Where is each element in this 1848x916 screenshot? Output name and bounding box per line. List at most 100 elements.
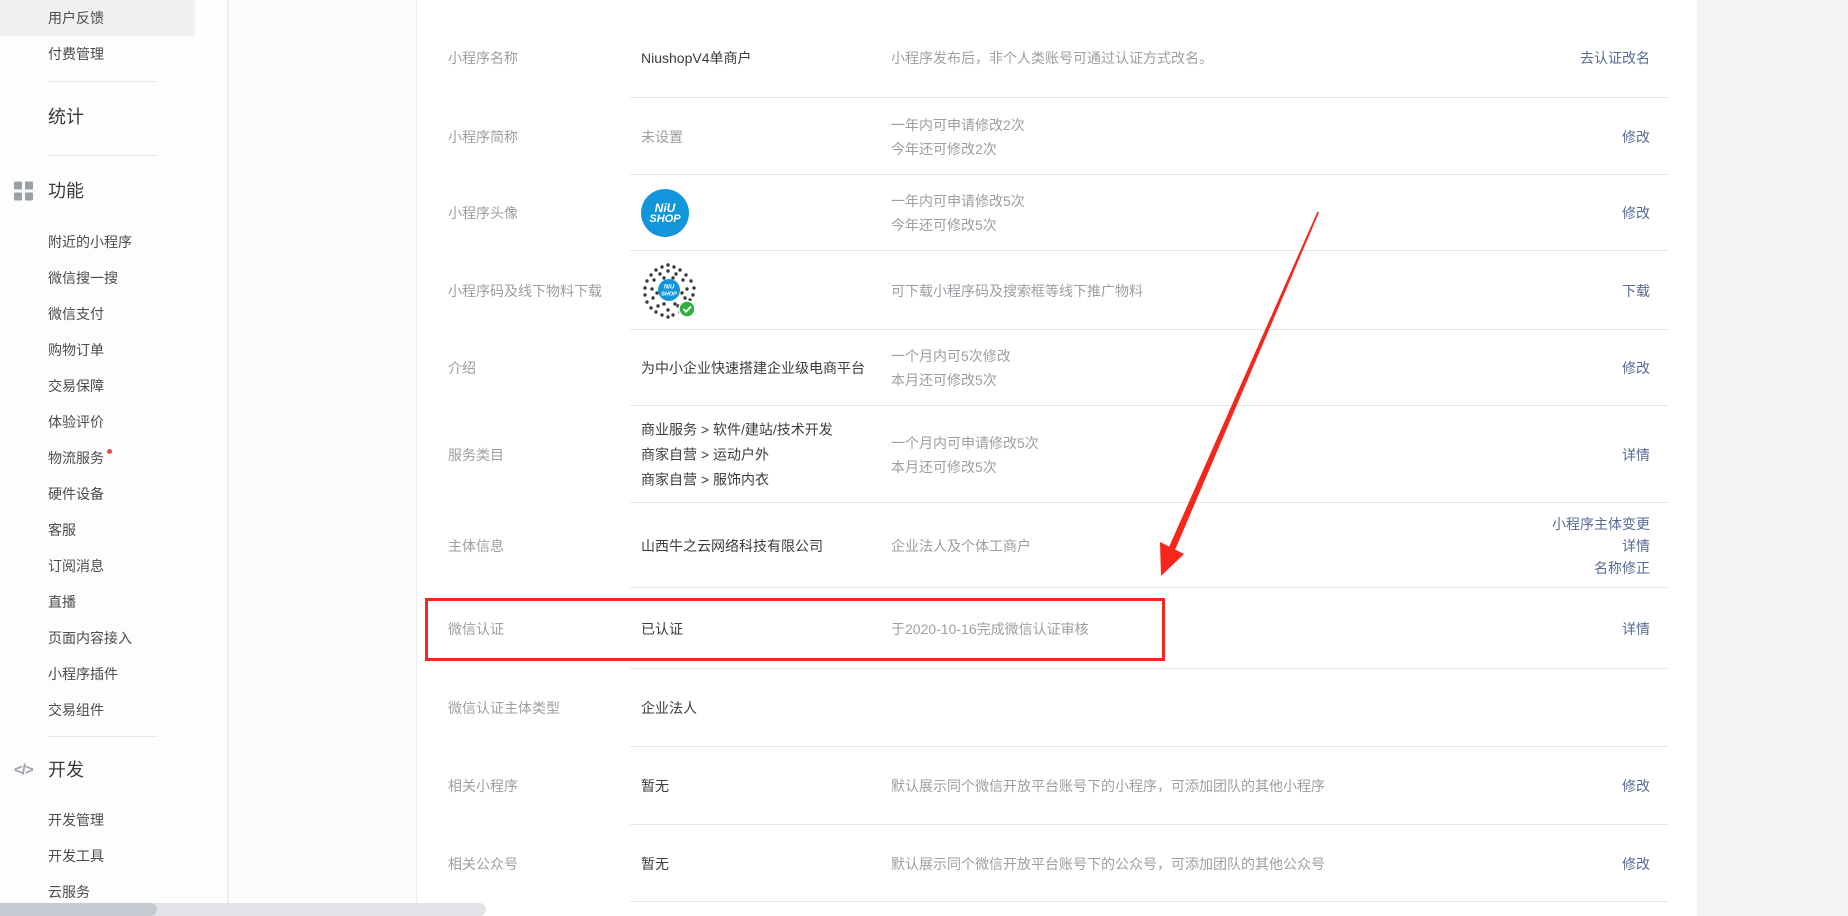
row-label: 小程序名称 [448, 48, 633, 68]
row-label: 小程序码及线下物料下载 [448, 281, 633, 301]
table-row-miniprogram-shortname: 小程序简称 未设置 一年内可申请修改2次 今年还可修改2次 修改 [417, 98, 1697, 175]
sidebar-item-shopping-orders[interactable]: 购物订单 [0, 332, 195, 368]
go-verify-rename-link[interactable]: 去认证改名 [1580, 47, 1650, 69]
sidebar-section-development[interactable]: </> 开发 [0, 741, 227, 799]
horizontal-scrollbar-thumb[interactable] [0, 903, 157, 916]
sidebar-section-label: 开发 [48, 760, 84, 780]
sidebar-section-statistics[interactable]: 统计 [0, 88, 227, 146]
entity-change-link[interactable]: 小程序主体变更 [1552, 513, 1650, 535]
sidebar-item-experience-review[interactable]: 体验评价 [0, 404, 195, 440]
name-correction-link[interactable]: 名称修正 [1552, 557, 1650, 579]
description-line: 今年还可修改2次 [891, 137, 1491, 161]
row-description: 企业法人及个体工商户 [891, 534, 1491, 558]
code-icon: </> [14, 761, 33, 780]
sidebar-section-label: 功能 [48, 181, 84, 201]
table-row-miniprogram-qrcode: 小程序码及线下物料下载 [417, 251, 1697, 330]
description-line: 一个月内可申请修改5次 [891, 431, 1491, 455]
sidebar-item-dev-management[interactable]: 开发管理 [0, 802, 195, 838]
row-description: 可下载小程序码及搜索框等线下推广物料 [891, 279, 1491, 303]
table-row-service-categories: 服务类目 商业服务 > 软件/建站/技术开发 商家自营 > 运动户外 商家自营 … [417, 406, 1697, 503]
sidebar-item-nearby-miniprograms[interactable]: 附近的小程序 [0, 224, 195, 260]
category-line: 商家自营 > 运动户外 [641, 442, 886, 467]
row-label: 小程序头像 [448, 203, 633, 223]
details-link[interactable]: 详情 [1552, 535, 1650, 557]
sidebar-item-transaction-guarantee[interactable]: 交易保障 [0, 368, 195, 404]
row-label: 小程序简称 [448, 127, 633, 147]
row-label: 主体信息 [448, 536, 633, 556]
modify-link[interactable]: 修改 [1622, 202, 1650, 224]
pie-chart-icon [14, 108, 33, 127]
row-description: 默认展示同个微信开放平台账号下的公众号，可添加团队的其他公众号 [891, 852, 1491, 876]
sidebar-item-label: 物流服务 [48, 450, 104, 466]
modify-link[interactable]: 修改 [1622, 357, 1650, 379]
table-row-entity-info: 主体信息 山西牛之云网络科技有限公司 企业法人及个体工商户 小程序主体变更 详情… [417, 503, 1697, 588]
sidebar-item-customer-service[interactable]: 客服 [0, 512, 195, 548]
svg-text:SHOP: SHOP [661, 291, 677, 297]
sidebar-item-live[interactable]: 直播 [0, 584, 195, 620]
sidebar-item-subscribe-messages[interactable]: 订阅消息 [0, 548, 195, 584]
sidebar-section-features[interactable]: 功能 [0, 162, 227, 220]
sidebar-item-page-content-access[interactable]: 页面内容接入 [0, 620, 195, 656]
description-line: 一个月内可5次修改 [891, 344, 1491, 368]
sidebar-item-user-feedback[interactable]: 用户反馈 [0, 0, 195, 36]
row-label: 相关公众号 [448, 854, 633, 874]
sidebar-item-dev-tools[interactable]: 开发工具 [0, 838, 195, 874]
horizontal-scrollbar [0, 903, 486, 916]
table-row-miniprogram-avatar: 小程序头像 NiU SHOP 一年内可申请修改5次 今年还可修改5次 修改 [417, 175, 1697, 251]
row-value: 为中小企业快速搭建企业级电商平台 [641, 358, 886, 378]
miniprogram-avatar-image: NiU SHOP [641, 189, 689, 237]
category-line: 商业服务 > 软件/建站/技术开发 [641, 417, 886, 442]
table-row-introduction: 介绍 为中小企业快速搭建企业级电商平台 一个月内可5次修改 本月还可修改5次 修… [417, 330, 1697, 406]
table-row-related-miniprograms: 相关小程序 暂无 默认展示同个微信开放平台账号下的小程序，可添加团队的其他小程序… [417, 747, 1697, 825]
row-description: 一年内可申请修改5次 今年还可修改5次 [891, 189, 1491, 237]
description-line: 本月还可修改5次 [891, 368, 1491, 392]
row-value: 已认证 [641, 619, 886, 639]
sidebar-divider [48, 155, 157, 156]
secondary-panel [229, 0, 417, 916]
sidebar: 用户反馈 付费管理 统计 功能 附近的小程序 微信搜一搜 微信支付 购物订单 交… [0, 0, 228, 916]
row-value: 暂无 [641, 854, 886, 874]
row-value: 商业服务 > 软件/建站/技术开发 商家自营 > 运动户外 商家自营 > 服饰内… [641, 417, 886, 492]
row-description: 一年内可申请修改2次 今年还可修改2次 [891, 113, 1491, 161]
row-description: 小程序发布后，非个人类账号可通过认证方式改名。 [891, 46, 1491, 70]
miniprogram-settings-table: 小程序名称 NiushopV4单商户 小程序发布后，非个人类账号可通过认证方式改… [417, 0, 1697, 916]
row-value: 企业法人 [641, 698, 886, 718]
new-badge-dot [107, 449, 112, 454]
sidebar-item-wechat-pay[interactable]: 微信支付 [0, 296, 195, 332]
download-link[interactable]: 下载 [1622, 280, 1650, 302]
row-label: 微信认证 [448, 619, 633, 639]
table-row-wechat-verification: 微信认证 已认证 于2020-10-16完成微信认证审核 详情 [417, 588, 1697, 669]
description-line: 一年内可申请修改2次 [891, 113, 1491, 137]
grid-icon [14, 182, 33, 201]
row-label: 服务类目 [448, 445, 633, 465]
table-row-related-official-accounts: 相关公众号 暂无 默认展示同个微信开放平台账号下的公众号，可添加团队的其他公众号… [417, 825, 1697, 902]
sidebar-item-miniprogram-plugins[interactable]: 小程序插件 [0, 656, 195, 692]
row-description: 一个月内可申请修改5次 本月还可修改5次 [891, 431, 1491, 479]
sidebar-section-label: 统计 [48, 107, 84, 127]
modify-link[interactable]: 修改 [1622, 853, 1650, 875]
modify-link[interactable]: 修改 [1622, 126, 1650, 148]
row-value: 未设置 [641, 127, 886, 147]
row-description: 一个月内可5次修改 本月还可修改5次 [891, 344, 1491, 392]
sidebar-item-logistics-service[interactable]: 物流服务 [0, 440, 195, 476]
sidebar-item-hardware-devices[interactable]: 硬件设备 [0, 476, 195, 512]
description-line: 本月还可修改5次 [891, 455, 1491, 479]
details-link[interactable]: 详情 [1622, 444, 1650, 466]
table-row-miniprogram-name: 小程序名称 NiushopV4单商户 小程序发布后，非个人类账号可通过认证方式改… [417, 0, 1697, 98]
sidebar-item-transaction-components[interactable]: 交易组件 [0, 692, 195, 728]
row-label: 微信认证主体类型 [448, 698, 633, 718]
details-link[interactable]: 详情 [1622, 618, 1650, 640]
sidebar-item-wechat-search[interactable]: 微信搜一搜 [0, 260, 195, 296]
row-description: 默认展示同个微信开放平台账号下的小程序，可添加团队的其他小程序 [891, 774, 1491, 798]
row-value: 山西牛之云网络科技有限公司 [641, 536, 886, 556]
row-value: 暂无 [641, 776, 886, 796]
mini-program-qr-code-image: NiU SHOP [641, 262, 697, 320]
sidebar-divider [48, 81, 157, 82]
row-label: 介绍 [448, 358, 633, 378]
description-line: 一年内可申请修改5次 [891, 189, 1491, 213]
row-label: 相关小程序 [448, 776, 633, 796]
modify-link[interactable]: 修改 [1622, 775, 1650, 797]
avatar-text: NiU [655, 202, 676, 214]
sidebar-item-paid-management[interactable]: 付费管理 [0, 36, 195, 72]
category-line: 商家自营 > 服饰内衣 [641, 467, 886, 492]
